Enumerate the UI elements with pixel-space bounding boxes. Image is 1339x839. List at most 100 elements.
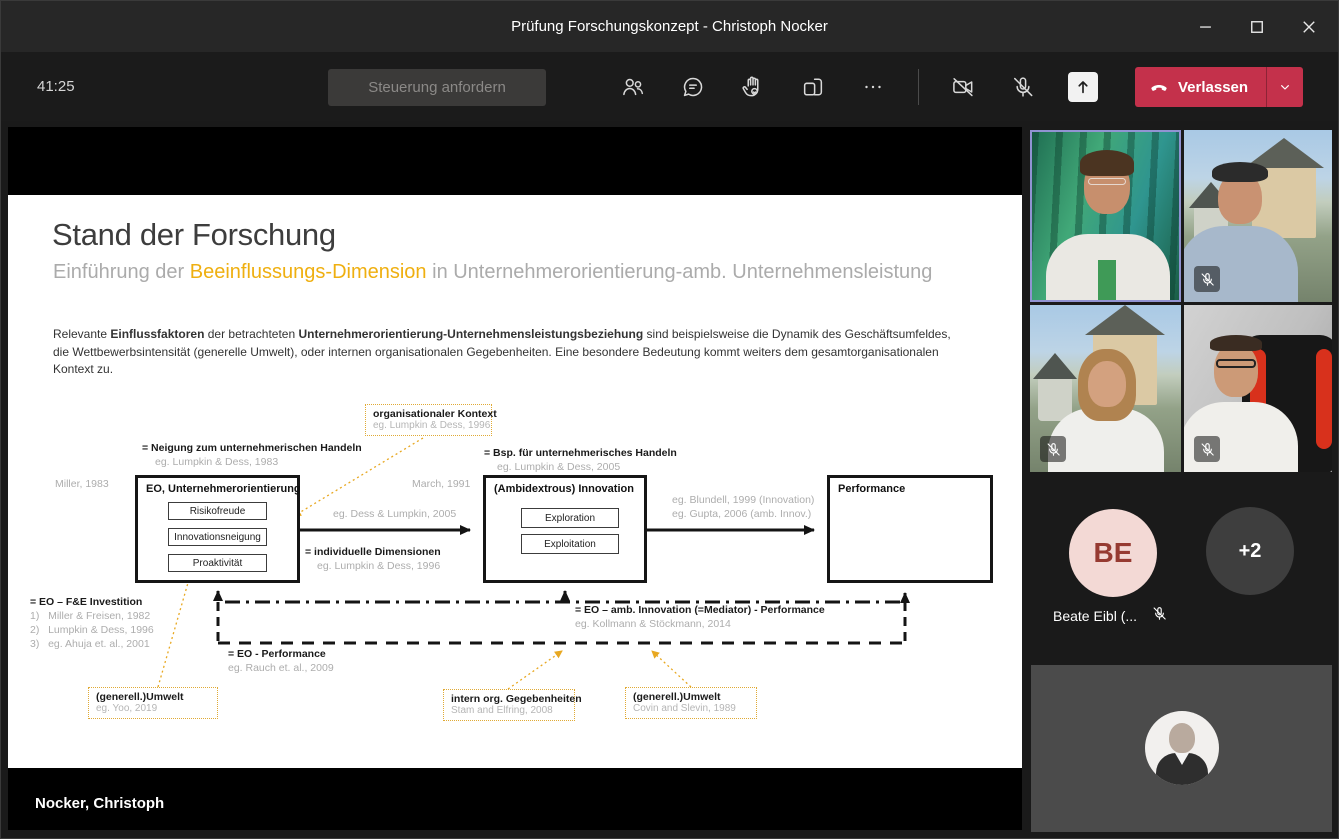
umwelt-yoo-callout: (generell.)Umwelt eg. Yoo, 2019 [88,687,218,719]
hang-up-icon [1151,85,1167,91]
dess-lumpkin-ref: eg. Dess & Lumpkin, 2005 [333,508,457,520]
eo-dimension-proaktivitaet: Proaktivität [168,554,267,572]
fe-item-3: 3) eg. Ahuja et. al., 2001 [30,638,150,650]
eo-performance-label: = EO - Performance [228,648,326,660]
person-glasses [1216,359,1256,368]
video-tile-3[interactable] [1030,305,1181,472]
video-tile-speaker-1[interactable] [1030,130,1181,302]
innovation-box: (Ambidextrous) Innovation Exploration Ex… [483,475,647,583]
close-button[interactable] [1290,10,1328,44]
chat-icon [683,77,703,97]
chevron-down-icon [1281,85,1289,90]
innovation-box-title: (Ambidextrous) Innovation [494,483,634,495]
umwelt-covin-title: (generell.)Umwelt [633,691,721,703]
camera-off-icon [953,78,973,97]
minimize-icon [1199,26,1211,28]
mic-muted-badge [1040,436,1066,462]
eo-performance-ref: eg. Rauch et. al., 2009 [228,662,334,674]
window-title: Prüfung Forschungskonzept - Christoph No… [511,18,828,35]
individuelle-label: = individuelle Dimensionen [305,546,441,558]
person-hair [1080,150,1134,176]
miller-ref: Miller, 1983 [55,478,109,490]
leave-label: Verlassen [1178,78,1249,96]
slide-title: Stand der Forschung [52,217,336,252]
eo-dimension-risikofreude: Risikofreude [168,502,267,520]
share-screen-button[interactable] [1068,72,1098,102]
participant-name-row: Beate Eibl (... [1053,605,1168,627]
person-head [1214,343,1258,397]
request-control-button[interactable]: Steuerung anfordern [328,69,546,106]
participants-button[interactable] [613,67,653,107]
neigung-label: = Neigung zum unternehmerischen Handeln [142,442,362,454]
leave-button[interactable]: Verlassen [1135,67,1267,107]
video-tile-2[interactable] [1184,130,1332,302]
bsp-label: = Bsp. für unternehmerisches Handeln [484,447,677,459]
maximize-icon [1251,20,1263,33]
blundell-ref: eg. Blundell, 1999 (Innovation) [672,494,815,506]
presenter-name-label: Nocker, Christoph [35,795,165,812]
presentation-slide: Stand der Forschung Einführung der Beein… [8,195,1022,768]
mic-off-icon [1201,272,1214,286]
mediator-label: = EO – amb. Innovation (=Mediator) - Per… [575,604,825,616]
leave-split-button: Verlassen [1135,67,1304,107]
bsp-ref: eg. Lumpkin & Dess, 2005 [497,461,621,473]
neigung-ref: eg. Lumpkin & Dess, 1983 [155,456,279,468]
maximize-button[interactable] [1238,10,1276,44]
innovation-sub-exploration: Exploration [521,508,619,528]
castle-turret [1038,375,1072,421]
more-options-icon [865,85,881,89]
participant-mic-muted-icon [1151,605,1168,627]
avatar-beate-eibl[interactable]: BE [1069,509,1157,597]
raise-hand-icon [742,76,759,97]
eo-box: EO, Unternehmerorientierung Risikofreude… [135,475,301,583]
person-head [1088,361,1126,407]
teams-meeting-window: Prüfung Forschungskonzept - Christoph No… [0,0,1339,839]
person-headphones [1212,162,1268,182]
performance-box-title: Performance [838,483,906,495]
camera-off-button[interactable] [943,67,983,107]
title-bar: Prüfung Forschungskonzept - Christoph No… [1,1,1338,52]
participant-name: Beate Eibl (... [1053,608,1138,624]
mic-off-icon [1014,77,1033,97]
individuelle-ref: eg. Lumpkin & Dess, 1996 [317,560,441,572]
intern-org-callout: intern org. Gegebenheiten Stam and Elfri… [443,689,582,721]
more-options-button[interactable] [853,67,893,107]
eo-box-title: EO, Unternehmerorientierung [146,483,301,495]
avatar-overflow[interactable]: +2 [1206,507,1294,595]
intern-org-ref: Stam and Elfring, 2008 [451,705,553,716]
chat-button[interactable] [673,67,713,107]
avatar-head [1169,723,1195,753]
shared-content-stage: Stand der Forschung Einführung der Beein… [8,127,1022,830]
meeting-timer: 41:25 [37,78,75,95]
march-ref: March, 1991 [412,478,471,490]
umwelt-yoo-title: (generell.)Umwelt [96,691,184,703]
leave-options-button[interactable] [1266,67,1304,107]
fe-investition-label: = EO – F&E Investition [30,596,143,608]
person-hair [1210,335,1262,351]
mic-off-button[interactable] [1003,67,1043,107]
video-tile-avatar-only[interactable] [1031,665,1332,832]
person-glasses [1088,178,1126,185]
umwelt-yoo-ref: eg. Yoo, 2019 [96,703,158,714]
eo-dimension-innovationsneigung: Innovationsneigung [168,528,267,546]
breakout-rooms-icon [803,78,823,96]
video-tile-4[interactable] [1184,305,1332,472]
breakout-rooms-button[interactable] [793,67,833,107]
org-kontext-ref: eg. Lumpkin & Dess, 1996 [373,420,491,431]
umwelt-covin-ref: Covin and Slevin, 1989 [633,703,736,714]
person-lanyard [1098,260,1116,300]
org-kontext-callout: organisationaler Kontext eg. Lumpkin & D… [365,404,497,436]
mic-off-icon [1201,442,1214,456]
share-screen-icon [1078,81,1088,94]
profile-photo-avatar [1145,711,1219,785]
close-icon [1303,20,1315,33]
slide-body-text: Relevante Einflussfaktoren der betrachte… [53,327,951,376]
mediator-ref: eg. Kollmann & Stöckmann, 2014 [575,618,731,630]
raise-hand-button[interactable] [733,67,773,107]
performance-box: Performance [827,475,993,583]
mic-muted-badge [1194,436,1220,462]
fe-item-2: 2) Lumpkin & Dess, 1996 [30,624,154,636]
minimize-button[interactable] [1186,10,1224,44]
toolbar-divider [918,69,919,105]
umwelt-covin-callout: (generell.)Umwelt Covin and Slevin, 1989 [625,687,757,719]
